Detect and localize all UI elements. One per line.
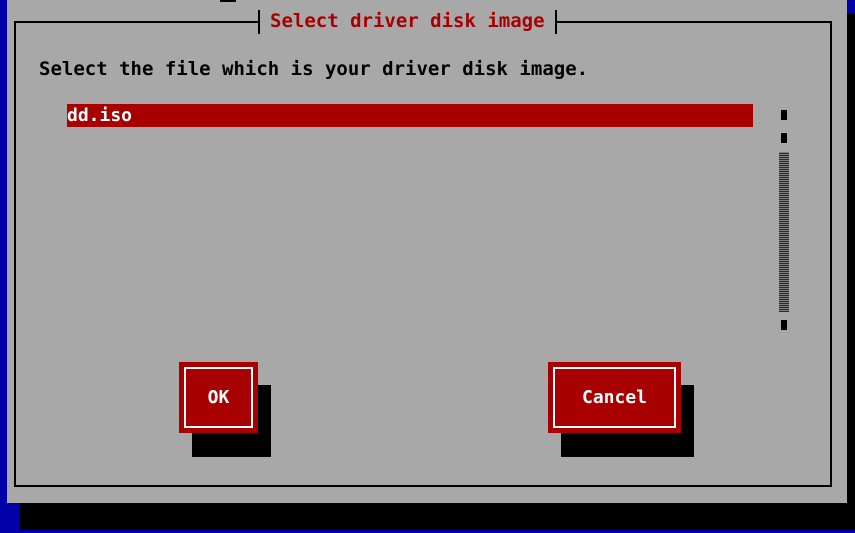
scroll-up-arrow-icon[interactable]	[781, 110, 787, 120]
cancel-button-label: Cancel	[553, 367, 676, 428]
scroll-track[interactable]	[779, 152, 789, 312]
file-listbox[interactable]: dd.iso	[55, 96, 755, 346]
list-item-dd-iso[interactable]: dd.iso	[67, 104, 753, 127]
frame-tick	[220, 0, 236, 2]
dialog-title: Select driver disk image	[270, 10, 545, 32]
scroll-up-marker-icon	[781, 133, 787, 143]
dialog-title-box: Select driver disk image	[258, 8, 557, 34]
cancel-button[interactable]: Cancel	[548, 362, 681, 433]
dialog-prompt: Select the file which is your driver dis…	[39, 58, 589, 80]
ok-button[interactable]: OK	[179, 362, 258, 433]
list-scrollbar[interactable]	[779, 110, 789, 334]
ok-button-label: OK	[184, 367, 253, 428]
driver-disk-dialog: Select driver disk image Select the file…	[7, 0, 847, 503]
scroll-down-arrow-icon[interactable]	[781, 320, 787, 330]
